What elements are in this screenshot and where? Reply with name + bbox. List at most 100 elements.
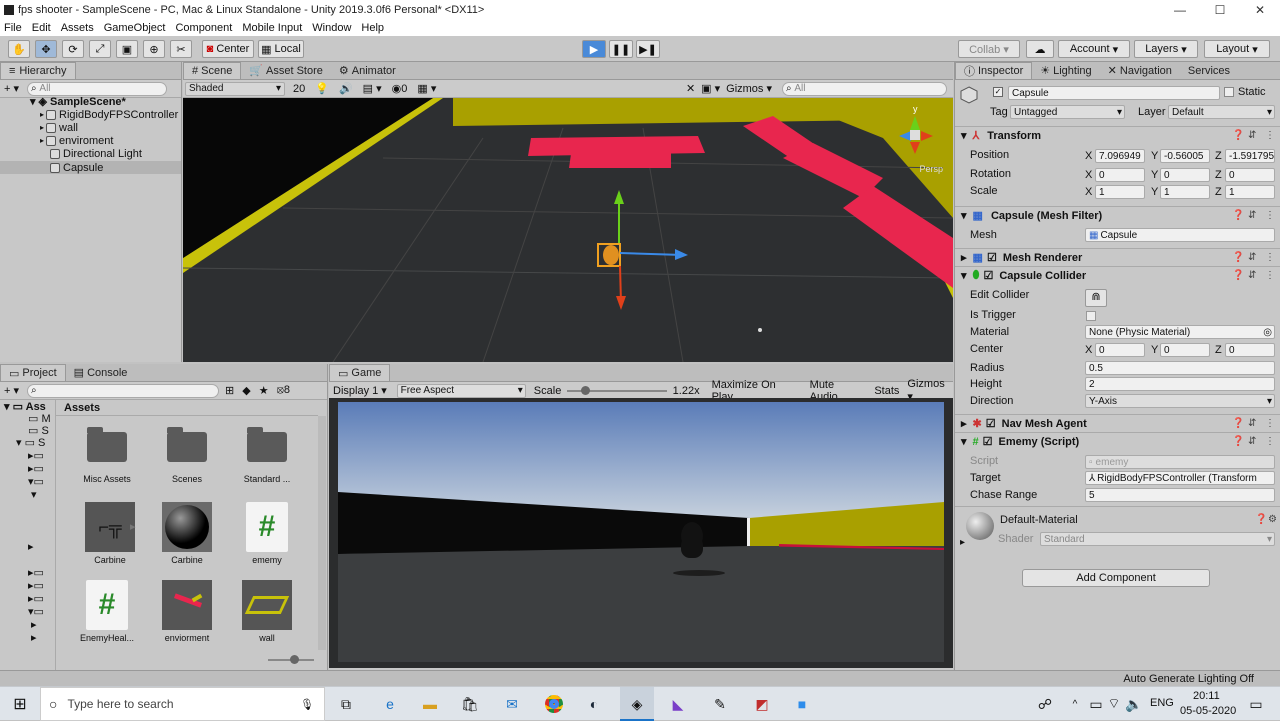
project-breadcrumb[interactable]: Assets <box>56 400 318 416</box>
asset-carbine-model[interactable]: ⌐╦ Carbine <box>80 502 140 565</box>
scale-tool-icon[interactable]: ⤢ <box>89 40 111 58</box>
unity-taskbar-active[interactable]: ◈ <box>620 687 654 721</box>
menu-help[interactable]: Help <box>361 22 384 34</box>
position-y-field[interactable]: -0.56005 <box>1160 149 1210 163</box>
visual-studio-icon[interactable]: ◣ <box>668 695 688 713</box>
minimize-button[interactable]: — <box>1160 0 1200 20</box>
windows-start-icon[interactable]: ⊞ <box>10 695 30 713</box>
microphone-icon[interactable]: 🎙 <box>300 698 314 711</box>
scale-slider[interactable] <box>567 385 667 395</box>
effects-toggle-icon[interactable]: ▤ ▾ <box>363 82 382 95</box>
position-x-field[interactable]: 7.096949 <box>1095 149 1145 163</box>
photo-app-icon[interactable]: ◩ <box>752 695 772 713</box>
expand-arrow-icon[interactable]: ▸ <box>130 520 136 533</box>
aspect-dropdown[interactable]: Free Aspect ▾ <box>396 383 526 398</box>
edge-icon[interactable]: e <box>380 695 400 713</box>
object-picker-icon[interactable]: ◎ <box>1263 327 1272 338</box>
material-field[interactable]: None (Physic Material) ◎ <box>1085 325 1275 339</box>
asset-standard[interactable]: Standard ... <box>237 427 297 484</box>
store-icon[interactable]: 🛍 <box>460 695 480 713</box>
chase-range-field[interactable]: 5 <box>1085 488 1275 502</box>
2d-toggle[interactable]: 20 <box>293 83 305 95</box>
center-z-field[interactable]: 0 <box>1225 343 1275 357</box>
help-icon[interactable]: ❓ <box>1232 418 1244 429</box>
enabled-check-icon[interactable]: ☑ <box>986 417 996 430</box>
menu-dots-icon[interactable]: ⋮ <box>1265 210 1275 221</box>
preset-icon[interactable]: ⇵ <box>1248 270 1256 281</box>
hand-tool-icon[interactable]: ✋ <box>8 40 30 58</box>
project-scrollbar[interactable] <box>318 416 326 650</box>
help-icon[interactable]: ❓ <box>1232 210 1244 221</box>
rotate-tool-icon[interactable]: ⟳ <box>62 40 84 58</box>
scene-gizmos-dropdown[interactable]: Gizmos ▾ <box>726 82 772 95</box>
notification-center-icon[interactable]: ▭ <box>1246 695 1266 713</box>
scale-x-field[interactable]: 1 <box>1095 185 1145 199</box>
help-icon[interactable]: ❓ <box>1255 514 1267 525</box>
volume-icon[interactable]: 🔈 <box>1124 695 1144 713</box>
clock-date[interactable]: 05-05-2020 <box>1180 705 1236 717</box>
target-field[interactable]: ⅄ RigidBodyFPSController (Transform <box>1085 471 1275 485</box>
scene-search-input[interactable]: ⌕ All <box>782 81 947 96</box>
chrome-icon[interactable] <box>544 695 564 713</box>
display-dropdown[interactable]: Display 1 ▾ <box>329 384 393 397</box>
cloud-icon[interactable]: ☁ <box>1026 40 1054 58</box>
static-checkbox[interactable] <box>1224 87 1234 97</box>
transform-tool-icon[interactable]: ⊕ <box>143 40 165 58</box>
center-x-field[interactable]: 0 <box>1095 343 1145 357</box>
help-icon[interactable]: ❓ <box>1232 436 1244 447</box>
help-icon[interactable]: ❓ <box>1232 270 1244 281</box>
create-plus-icon[interactable]: + ▾ <box>4 384 19 397</box>
scene-orientation-gizmo[interactable]: y Persp <box>893 102 943 182</box>
menu-edit[interactable]: Edit <box>32 22 51 34</box>
camera-icon[interactable]: ▣ ▾ <box>701 82 720 95</box>
tab-hierarchy[interactable]: ≡ Hierarchy <box>0 62 76 79</box>
hierarchy-search-input[interactable]: ⌕ All <box>27 81 168 96</box>
hierarchy-item-enviroment[interactable]: ▸ enviroment <box>40 134 113 147</box>
asset-wall-prefab[interactable]: wall <box>237 580 297 643</box>
tab-scene[interactable]: # Scene <box>183 62 242 79</box>
lighting-status[interactable]: Auto Generate Lighting Off <box>1123 673 1254 685</box>
hierarchy-item-wall[interactable]: ▸ wall <box>40 121 78 134</box>
grid-toggle-icon[interactable]: ▦ ▾ <box>417 82 436 95</box>
radius-field[interactable]: 0.5 <box>1085 361 1275 375</box>
steam-icon[interactable]: ◐ <box>584 695 604 713</box>
scale-z-field[interactable]: 1 <box>1225 185 1275 199</box>
asset-enemyhealth-script[interactable]: # EnemyHeal... <box>77 580 137 643</box>
add-component-button[interactable]: Add Component <box>1022 569 1210 587</box>
asset-scenes[interactable]: Scenes <box>157 427 217 484</box>
pause-button[interactable]: ❚❚ <box>609 40 633 58</box>
hierarchy-item-rigidbody[interactable]: ▸ RigidBodyFPSController <box>40 108 178 121</box>
battery-icon[interactable]: ▭ <box>1086 695 1106 713</box>
asset-carbine-material[interactable]: Carbine <box>157 502 217 565</box>
step-button[interactable]: ▶❚ <box>636 40 660 58</box>
tree-subfolders[interactable]: ▸▭ ▸▭ ▾▭ ▾ ▸ ▸▭ ▸▭ ▸▭ ▾▭ ▸ ▸ <box>28 450 44 645</box>
language-indicator[interactable]: ENG <box>1150 697 1174 709</box>
tag-dropdown[interactable]: Untagged ▾ <box>1010 105 1125 119</box>
icon-size-slider-thumb[interactable] <box>290 655 299 664</box>
menu-gameobject[interactable]: GameObject <box>104 22 166 34</box>
menu-file[interactable]: File <box>4 22 22 34</box>
hierarchy-item-capsule[interactable]: Capsule <box>0 161 181 174</box>
scale-y-field[interactable]: 1 <box>1160 185 1210 199</box>
tab-console[interactable]: ▤ Console <box>66 364 136 381</box>
tab-game[interactable]: ▭ Game <box>329 364 391 381</box>
enabled-check-icon[interactable]: ☑ <box>983 269 993 282</box>
file-explorer-icon[interactable]: ▬ <box>420 695 440 713</box>
maximize-button[interactable]: ☐ <box>1200 0 1240 20</box>
tab-project[interactable]: ▭ Project <box>0 364 66 381</box>
pivot-space-toggle[interactable]: ▦ Local <box>258 40 304 58</box>
preset-icon[interactable]: ⇵ <box>1248 130 1256 141</box>
search-by-label-icon[interactable]: ◆ <box>242 384 250 397</box>
mail-icon[interactable]: ✉ <box>502 695 522 713</box>
menu-mobile-input[interactable]: Mobile Input <box>242 22 302 34</box>
active-checkbox[interactable]: ✓ <box>993 87 1003 97</box>
tree-standard[interactable]: ▾ ▭ S <box>16 436 45 449</box>
audio-toggle-icon[interactable]: 🔊 <box>339 82 353 95</box>
layout-dropdown[interactable]: Layout ▾ <box>1204 40 1270 58</box>
stats-toggle[interactable]: Stats <box>874 385 899 397</box>
clock-time[interactable]: 20:11 <box>1193 690 1220 702</box>
asset-misc-assets[interactable]: Misc Assets <box>77 427 137 484</box>
custom-tool-icon[interactable]: ✂ <box>170 40 192 58</box>
project-search-input[interactable]: ⌕ <box>27 383 220 398</box>
account-dropdown[interactable]: Account ▾ <box>1058 40 1130 58</box>
